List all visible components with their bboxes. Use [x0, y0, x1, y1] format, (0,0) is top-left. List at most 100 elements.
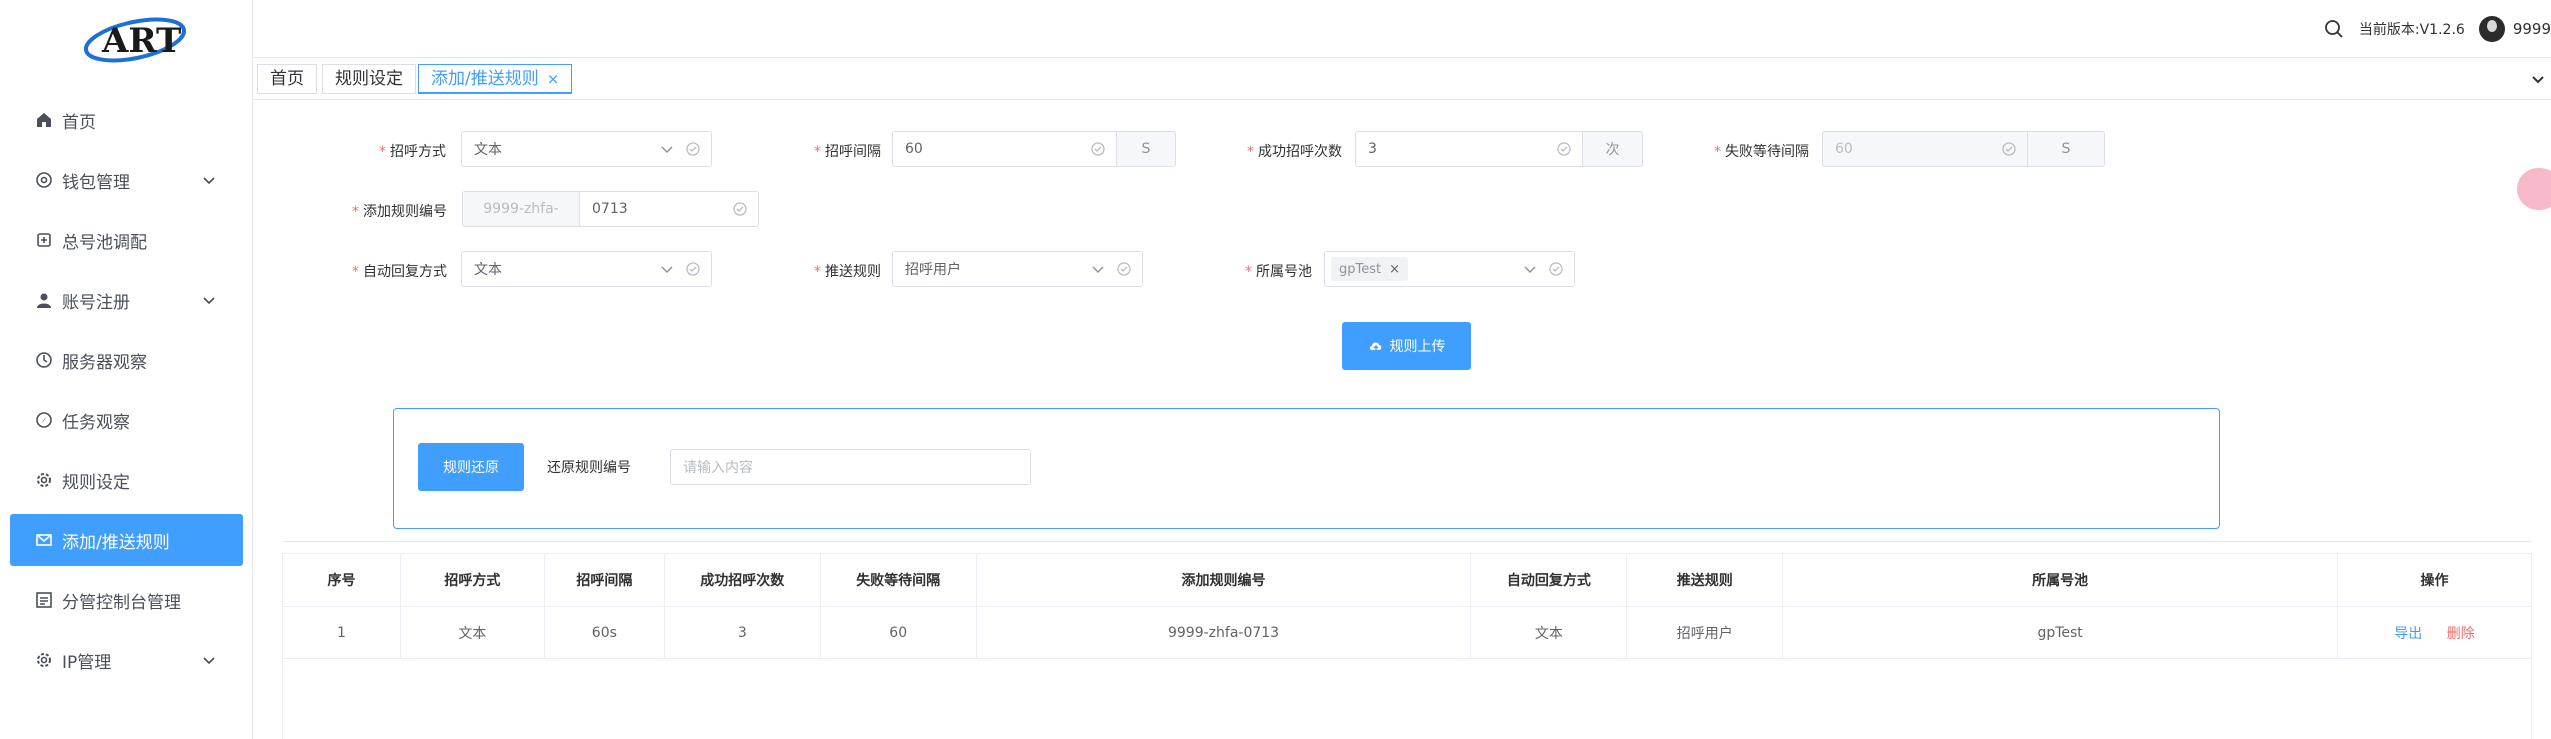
check-circle-icon [1117, 262, 1131, 276]
sidebar-item-label: 服务器观察 [62, 352, 147, 373]
chevron-down-icon [1092, 266, 1104, 274]
restore-rule-no-input[interactable]: 请输入内容 [670, 449, 1031, 485]
server-icon [34, 350, 54, 370]
logo-text: ART [101, 21, 181, 61]
input-value: 60 [905, 141, 923, 157]
user-icon [34, 290, 54, 310]
sidebar-item-label: 钱包管理 [62, 172, 130, 193]
sidebar-item-task[interactable]: 任务观察 [0, 390, 253, 450]
input-value: 3 [1368, 141, 1377, 157]
greeting-mode-label: * 招呼方式 [379, 144, 446, 160]
push-rule-select[interactable]: 招呼用户 [892, 251, 1143, 287]
column-header: 推送规则 [1626, 553, 1784, 607]
chevron-down-icon[interactable] [201, 292, 217, 308]
tag-label: gpTest [1339, 261, 1382, 277]
fail-wait-unit: S [2028, 131, 2105, 167]
table-header-row: 序号 招呼方式 招呼间隔 成功招呼次数 失败等待间隔 添加规则编号 自动回复方式… [282, 553, 2532, 607]
close-icon[interactable]: × [1389, 262, 1400, 277]
pool-select[interactable]: gpTest × [1324, 251, 1575, 287]
rule-restore-button[interactable]: 规则还原 [418, 443, 524, 491]
count-unit: 次 [1583, 131, 1643, 167]
auto-reply-select[interactable]: 文本 [461, 251, 712, 287]
sidebar: ART 首页 钱包管理 总号池调配 账号注册 服务器观察 任务观察 规则设定 添… [0, 0, 253, 739]
delete-link[interactable]: 删除 [2447, 626, 2475, 642]
tab-add-push-rules[interactable]: 添加/推送规则 × [418, 64, 573, 94]
sidebar-item-rules[interactable]: 规则设定 [0, 450, 253, 510]
fail-wait-input: 60 [1822, 131, 2028, 167]
success-count-input[interactable]: 3 [1355, 131, 1583, 167]
sidebar-item-ip[interactable]: IP管理 [0, 630, 253, 690]
column-header: 招呼间隔 [543, 553, 665, 607]
chevron-down-icon[interactable] [201, 652, 217, 668]
divider [283, 541, 2531, 542]
tab-bar: 首页 规则设定 添加/推送规则 × [253, 58, 2551, 100]
rule-no-prefix: 9999-zhfa- [462, 191, 579, 227]
table-cell: 3 [663, 606, 821, 659]
button-label: 规则上传 [1389, 338, 1446, 354]
column-header: 所属号池 [1782, 553, 2338, 607]
cloud-upload-icon [1369, 342, 1381, 351]
sidebar-item-label: 规则设定 [62, 472, 130, 493]
rules-table: 序号 招呼方式 招呼间隔 成功招呼次数 失败等待间隔 添加规则编号 自动回复方式… [282, 553, 2532, 659]
column-header: 序号 [282, 553, 401, 607]
sidebar-item-label: 首页 [62, 112, 96, 133]
table-cell: 1 [282, 606, 401, 659]
rule-no-input[interactable]: 0713 [579, 191, 759, 227]
tab-rules[interactable]: 规则设定 [322, 64, 416, 94]
export-link[interactable]: 导出 [2394, 626, 2422, 642]
sidebar-item-label: 任务观察 [62, 412, 130, 433]
check-circle-icon [1557, 142, 1571, 156]
top-bar: 当前版本:V1.2.6 9999 [253, 0, 2551, 58]
chevron-down-icon[interactable] [2529, 70, 2547, 88]
tab-label: 规则设定 [335, 69, 403, 89]
greeting-mode-select[interactable]: 文本 [461, 131, 712, 167]
tab-label: 添加/推送规则 [431, 69, 539, 89]
sidebar-item-add-push-rules[interactable]: 添加/推送规则 [10, 514, 243, 566]
tab-label: 首页 [270, 69, 304, 89]
username[interactable]: 9999 [2513, 20, 2551, 38]
sidebar-item-label: 分管控制台管理 [62, 592, 181, 613]
pool-tag: gpTest × [1331, 257, 1409, 281]
search-icon[interactable] [2323, 18, 2345, 40]
input-value: 0713 [592, 201, 628, 217]
floating-assistant-button[interactable] [2517, 168, 2551, 210]
mail-icon [34, 530, 54, 550]
sidebar-item-home[interactable]: 首页 [0, 90, 253, 150]
sidebar-item-label: 总号池调配 [62, 232, 147, 253]
tab-home[interactable]: 首页 [257, 64, 317, 94]
top-right-area: 当前版本:V1.2.6 9999 [2323, 16, 2551, 42]
ip-icon [34, 650, 54, 670]
pool-icon [34, 230, 54, 250]
greeting-interval-label: * 招呼间隔 [814, 144, 881, 160]
table-cell: 60s [543, 606, 665, 659]
close-icon[interactable]: × [547, 70, 560, 88]
interval-unit: S [1117, 131, 1176, 167]
input-value: 60 [1835, 141, 1853, 157]
sidebar-item-console[interactable]: 分管控制台管理 [0, 570, 253, 630]
art-logo[interactable]: ART [80, 10, 190, 70]
chevron-down-icon[interactable] [201, 172, 217, 188]
restore-rule-no-label: 还原规则编号 [547, 460, 631, 476]
column-header: 自动回复方式 [1470, 553, 1628, 607]
table-cell: gpTest [1782, 606, 2338, 659]
column-header: 成功招呼次数 [663, 553, 821, 607]
column-header: 添加规则编号 [975, 553, 1472, 607]
console-icon [34, 590, 54, 610]
rule-upload-button[interactable]: 规则上传 [1342, 322, 1471, 370]
button-label: 规则还原 [443, 459, 499, 475]
avatar[interactable] [2478, 16, 2505, 42]
table-cell: 60 [819, 606, 977, 659]
sidebar-item-account[interactable]: 账号注册 [0, 270, 253, 330]
select-value: 文本 [474, 262, 502, 278]
column-header: 失败等待间隔 [819, 553, 977, 607]
table-cell: 招呼用户 [1626, 606, 1784, 659]
check-circle-icon [686, 262, 700, 276]
check-circle-icon [1549, 262, 1563, 276]
chevron-down-icon [1524, 266, 1536, 274]
greeting-interval-input[interactable]: 60 [892, 131, 1117, 167]
check-circle-icon [686, 142, 700, 156]
rule-restore-panel: 规则还原 还原规则编号 请输入内容 [393, 408, 2220, 529]
sidebar-item-pool[interactable]: 总号池调配 [0, 210, 253, 270]
sidebar-item-wallet[interactable]: 钱包管理 [0, 150, 253, 210]
sidebar-item-server[interactable]: 服务器观察 [0, 330, 253, 390]
